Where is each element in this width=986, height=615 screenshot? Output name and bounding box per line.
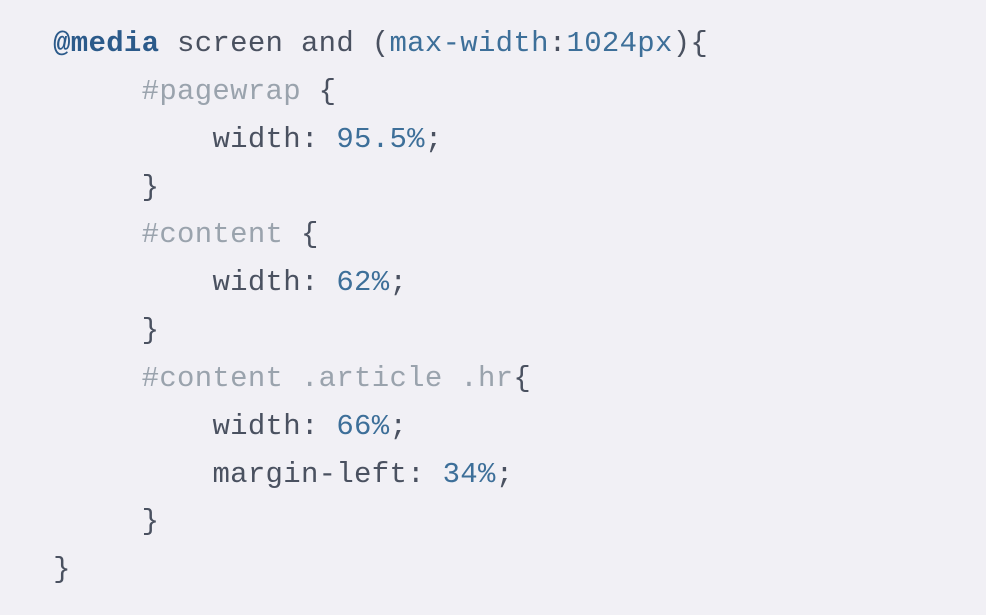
brace-open: { [319, 75, 337, 108]
rule-0: #pagewrap { width: 95.5%; } [0, 75, 443, 204]
media-type: screen and [177, 27, 354, 60]
brace-open: { [513, 362, 531, 395]
property: width [212, 266, 301, 299]
paren-open: ( [372, 27, 390, 60]
brace-open: { [301, 218, 319, 251]
selector: #content [142, 218, 284, 251]
semicolon: ; [389, 266, 407, 299]
semicolon: ; [425, 123, 443, 156]
selector: #pagewrap [142, 75, 301, 108]
colon: : [301, 123, 319, 156]
media-brace-close: } [53, 553, 71, 586]
rule-2: #content .article .hr{ width: 66%; margi… [0, 362, 531, 539]
css-code-block: @media screen and (max-width:1024px){ #p… [0, 20, 986, 594]
media-line: @media screen and (max-width:1024px){ [0, 27, 708, 60]
semicolon: ; [389, 410, 407, 443]
value: 95.5% [336, 123, 425, 156]
semicolon: ; [496, 458, 514, 491]
brace-close: } [142, 171, 160, 204]
value: 62% [336, 266, 389, 299]
colon: : [301, 266, 319, 299]
decl-2-1: margin-left: 34%; [0, 458, 513, 491]
decl-0-0: width: 95.5%; [0, 123, 443, 156]
decl-2-0: width: 66%; [0, 410, 407, 443]
property: margin-left [212, 458, 407, 491]
value: 34% [443, 458, 496, 491]
value: 66% [336, 410, 389, 443]
at-rule-keyword: @media [53, 27, 159, 60]
media-feature: max-width [389, 27, 548, 60]
selector: #content .article .hr [142, 362, 514, 395]
paren-close: ) [673, 27, 691, 60]
property: width [212, 410, 301, 443]
rule-1: #content { width: 62%; } [0, 218, 407, 347]
colon: : [407, 458, 425, 491]
brace-close: } [142, 314, 160, 347]
decl-1-0: width: 62%; [0, 266, 407, 299]
colon: : [301, 410, 319, 443]
property: width [212, 123, 301, 156]
media-colon: : [549, 27, 567, 60]
media-value: 1024px [567, 27, 673, 60]
media-brace-open: { [690, 27, 708, 60]
brace-close: } [142, 505, 160, 538]
